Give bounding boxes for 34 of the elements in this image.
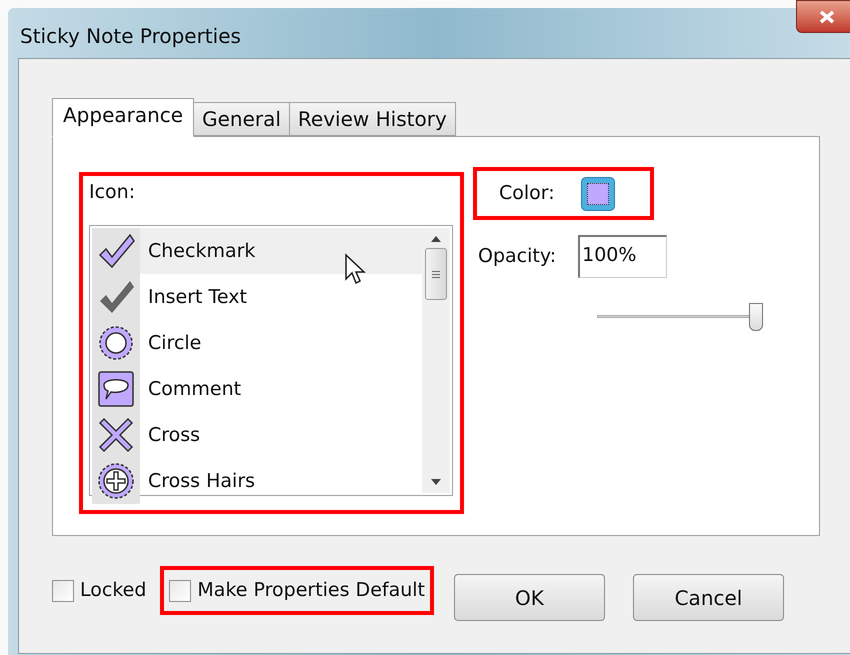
checkmark-icon: [96, 231, 136, 271]
checkbox[interactable]: [52, 580, 74, 602]
color-swatch[interactable]: [580, 176, 615, 210]
opacity-label: Opacity:: [478, 244, 556, 270]
list-item[interactable]: Checkmark: [92, 228, 422, 274]
scrollbar[interactable]: [422, 228, 450, 493]
list-item[interactable]: Insert Text: [92, 274, 422, 320]
dialog-button[interactable]: Cancel: [632, 574, 784, 621]
crosshair-icon: [96, 461, 136, 501]
icon-label: Icon:: [89, 180, 136, 205]
tab[interactable]: General: [193, 102, 290, 136]
slider-thumb[interactable]: [749, 303, 763, 331]
window-title: Sticky Note Properties: [20, 23, 241, 50]
checkbox-label: Locked: [80, 578, 146, 604]
tab[interactable]: Appearance: [52, 98, 194, 137]
speech-bubble-icon: [96, 369, 136, 409]
dialog-button[interactable]: OK: [454, 574, 605, 621]
cursor-icon: [344, 253, 366, 285]
list-item[interactable]: Comment: [92, 366, 422, 412]
checkbox-label: Make Properties Default: [197, 578, 425, 604]
list-item[interactable]: Circle: [92, 320, 422, 366]
checkbox[interactable]: [169, 580, 192, 602]
cross-icon: [96, 415, 136, 455]
scroll-up-icon[interactable]: [431, 236, 441, 242]
tab[interactable]: Review History: [288, 102, 456, 136]
scroll-thumb[interactable]: [425, 248, 447, 300]
list-item[interactable]: Cross: [92, 412, 422, 458]
scroll-down-icon[interactable]: [431, 479, 441, 485]
list-item[interactable]: Cross Hairs: [92, 458, 422, 504]
close-icon: [818, 10, 836, 24]
opacity-field[interactable]: 100%: [578, 235, 668, 278]
close-button[interactable]: [796, 0, 850, 33]
color-label: Color:: [499, 181, 555, 206]
opacity-slider[interactable]: [597, 303, 763, 333]
